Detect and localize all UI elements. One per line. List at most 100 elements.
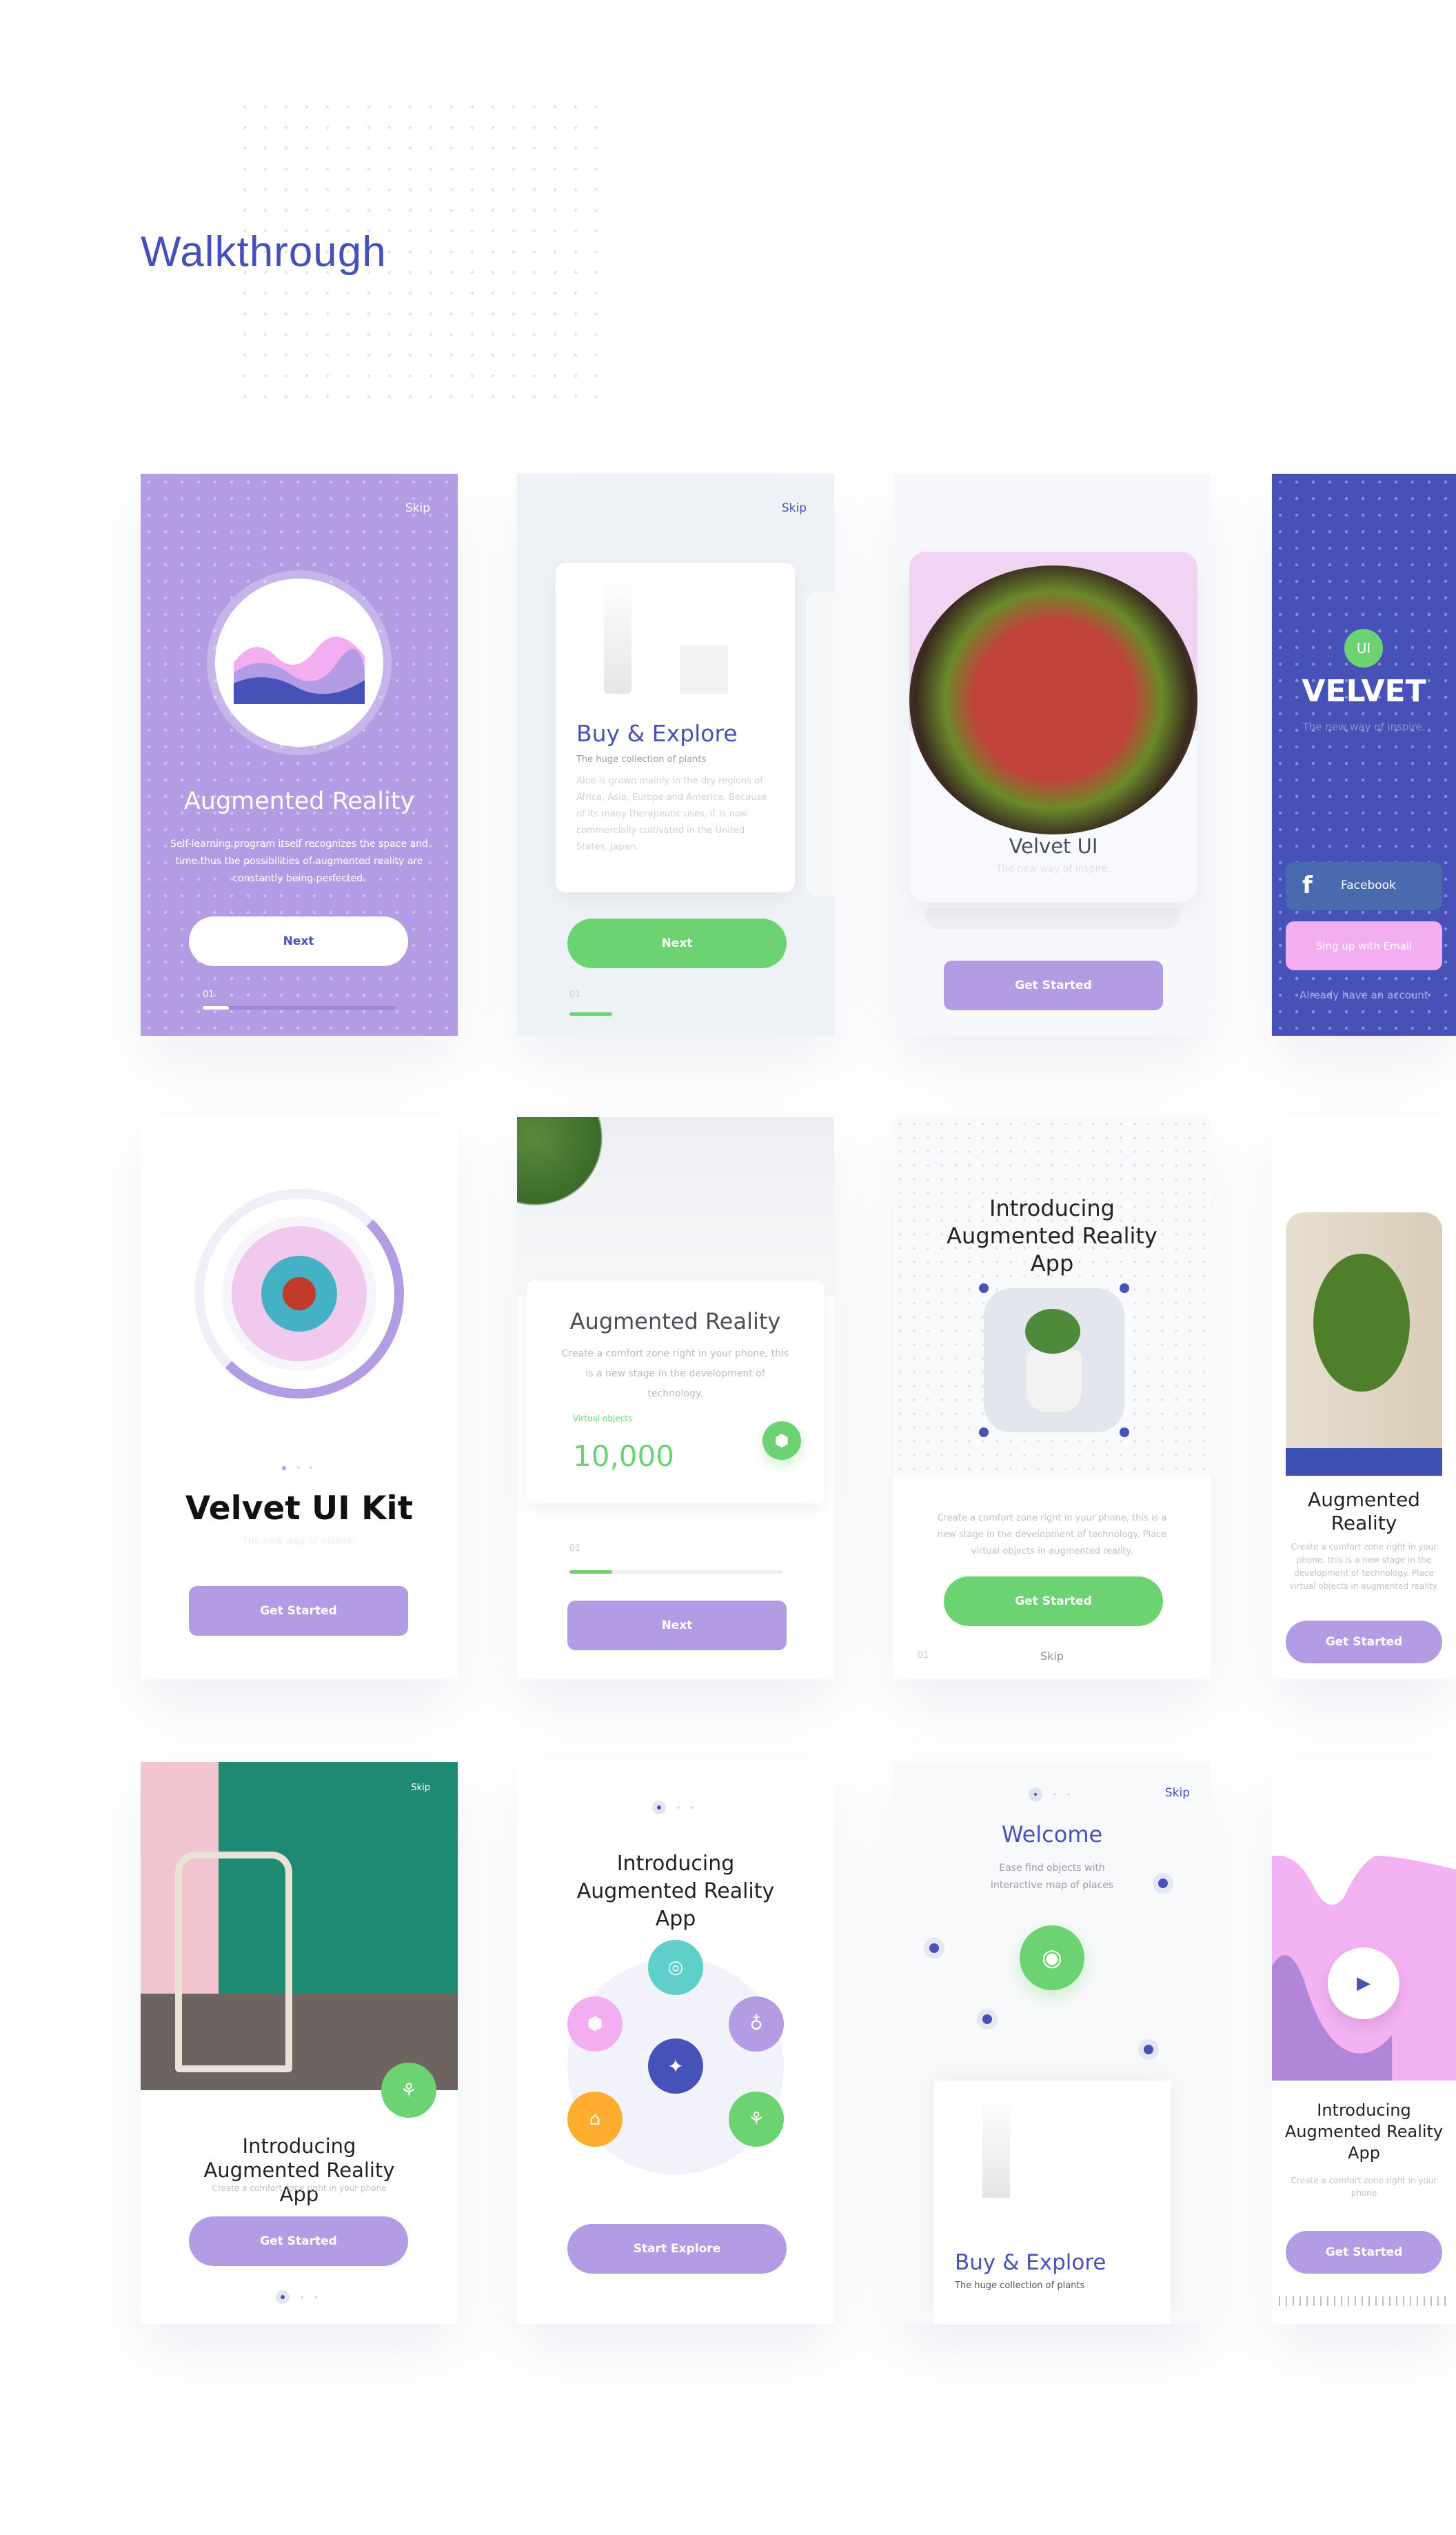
progress-fill [569, 1012, 612, 1016]
screen-welcome-map: Skip Welcome Ease find objects with Inte… [893, 1762, 1211, 2324]
location-pin-icon[interactable]: ◉ [1020, 1925, 1084, 1990]
progress-track [203, 1006, 396, 1010]
start-explore-button[interactable]: Start Explore [567, 2224, 787, 2274]
page-title: Walkthrough [141, 228, 387, 276]
product-card: Buy & Explore The huge collection of pla… [556, 563, 795, 892]
waves-illustration [215, 579, 383, 747]
card-title: Buy & Explore [955, 2250, 1106, 2275]
screen-ar-categories: Introducing Augmented Reality App ✦ ◎ ⬢ … [517, 1762, 834, 2324]
plant-icon[interactable]: ⚘ [729, 2092, 784, 2147]
map-marker[interactable] [1144, 2045, 1153, 2054]
timeline-ruler[interactable] [1279, 2296, 1449, 2306]
step-number: 01 [203, 990, 214, 1000]
selection-handle[interactable] [979, 1427, 989, 1437]
skip-link[interactable]: Skip [893, 1650, 1211, 1663]
screen-buy-explore: Skip Buy & Explore The huge collection o… [517, 474, 834, 1036]
screen-introducing-ar: Introducing Augmented Reality App Create… [893, 1117, 1211, 1679]
selection-handle[interactable] [1120, 1427, 1129, 1437]
plant-photo [517, 1117, 834, 1296]
screen-video-intro: ▶ Introducing Augmented Reality App Crea… [1272, 1762, 1456, 2324]
map-marker[interactable] [982, 2014, 992, 2024]
stat-label: Virtual objects [573, 1414, 633, 1423]
chair-photo [141, 1762, 458, 2090]
screen-augmented-reality-intro: Skip Augmented Reality Self-learning pro… [141, 474, 458, 1036]
progress-fill [569, 1570, 612, 1574]
login-link[interactable]: Already have an account [1272, 988, 1456, 1003]
next-card-peek [807, 592, 834, 896]
fruit-platter-image [909, 565, 1197, 834]
get-started-button[interactable]: Get Started [944, 961, 1163, 1010]
card-description: Aloe is grown mainly in the dry regions … [576, 776, 767, 852]
skip-link[interactable]: Skip [411, 1783, 430, 1793]
screen-chair-intro: Skip ⚘ Introducing Augmented Reality App… [141, 1762, 458, 2324]
map-marker[interactable] [1158, 1878, 1168, 1888]
brand-title: VELVET [1302, 674, 1426, 709]
next-button[interactable]: Next [189, 916, 408, 966]
page-indicator [652, 1801, 700, 1814]
get-started-button[interactable]: Get Started [1286, 2231, 1442, 2274]
room-photo [1286, 1212, 1442, 1476]
screen-title: Introducing Augmented Reality App [1284, 2101, 1444, 2163]
page-indicator [282, 1466, 316, 1473]
get-started-button[interactable]: Get Started [189, 1586, 408, 1636]
card-title: Velvet UI [1009, 834, 1098, 858]
screen-velvet-ui: Velvet UI The new way of inspire. Get St… [893, 474, 1211, 1036]
screen-title: Introducing Augmented Reality App [947, 1195, 1157, 1276]
selection-handle[interactable] [1120, 1283, 1129, 1293]
screen-title: Introducing Augmented Reality App [576, 1852, 775, 1931]
get-started-button[interactable]: Get Started [944, 1576, 1163, 1626]
cube-icon: ⬢ [762, 1421, 801, 1460]
next-button[interactable]: Next [567, 1601, 787, 1650]
screen-title: Welcome [1001, 1821, 1103, 1847]
screen-description: Create a comfort zone right in your phon… [1291, 2176, 1437, 2198]
store-icon[interactable]: ⌂ [567, 2092, 623, 2147]
stats-card: Augmented Reality Create a comfort zone … [527, 1281, 824, 1503]
screen-subtitle: The new way of inspire. [242, 1536, 356, 1547]
screen-title: Velvet UI Kit [185, 1490, 414, 1527]
progress-fill [203, 1006, 229, 1010]
card-subtitle: The huge collection of plants [955, 2281, 1085, 2291]
skip-link[interactable]: Skip [782, 501, 807, 515]
food-plate-image [232, 1226, 367, 1361]
camera-icon[interactable]: ◎ [648, 1940, 703, 1995]
product-image-box [680, 645, 728, 694]
cube-icon[interactable]: ⬢ [567, 1996, 623, 2052]
facebook-button[interactable]: f Facebook [1286, 862, 1442, 910]
logo-badge: UI [1344, 629, 1383, 668]
screen-description: Create a comfort zone right in your phon… [1289, 1542, 1439, 1591]
ar-center-icon[interactable]: ✦ [648, 2038, 703, 2094]
step-number: 01 [569, 990, 581, 1000]
screen-description: Ease find objects with Interactive map o… [990, 1863, 1114, 1891]
plant-icon[interactable]: ⚘ [381, 2063, 436, 2118]
plant-pot-image [984, 1288, 1124, 1432]
card-description: Create a comfort zone right in your phon… [561, 1348, 789, 1399]
screen-title: Augmented Reality [1308, 1488, 1420, 1534]
screen-velvet-ui-kit: Velvet UI Kit The new way of inspire. Ge… [141, 1117, 458, 1679]
get-started-button[interactable]: Get Started [189, 2216, 408, 2266]
screen-description: Create a comfort zone right in your phon… [937, 1513, 1167, 1556]
hero-card: Velvet UI The new way of inspire. [909, 552, 1197, 902]
map-marker[interactable] [929, 1943, 939, 1953]
selection-handle[interactable] [979, 1283, 989, 1293]
product-image [982, 2094, 1010, 2198]
screen-velvet-signup: UI VELVET The new way of inspire. f Face… [1272, 474, 1456, 1036]
signup-email-button[interactable]: Sing up with Email [1286, 921, 1442, 970]
next-button[interactable]: Next [567, 919, 787, 968]
get-started-button[interactable]: Get Started [1286, 1621, 1442, 1663]
skip-link[interactable]: Skip [405, 501, 430, 515]
step-number: 01 [569, 1543, 581, 1554]
card-title: Augmented Reality [569, 1308, 781, 1334]
skip-link[interactable]: Skip [1165, 1786, 1190, 1800]
card-subtitle: The new way of inspire. [996, 863, 1111, 874]
screen-description: Self-learning program itself recognizes … [170, 839, 428, 884]
screen-title: Introducing Augmented Reality App [203, 2134, 395, 2206]
facebook-icon: f [1302, 872, 1313, 899]
screen-description: Create a comfort zone right in your phon… [212, 2183, 387, 2193]
card-title: Buy & Explore [576, 720, 738, 747]
screen-augmented-room: Augmented Reality Create a comfort zone … [1272, 1117, 1456, 1679]
product-image [604, 577, 631, 694]
planet-icon[interactable]: ♁ [729, 1996, 784, 2052]
play-icon[interactable]: ▶ [1328, 1947, 1399, 2019]
stacked-card-shadow [925, 908, 1180, 929]
screen-title: Augmented Reality [183, 788, 415, 815]
